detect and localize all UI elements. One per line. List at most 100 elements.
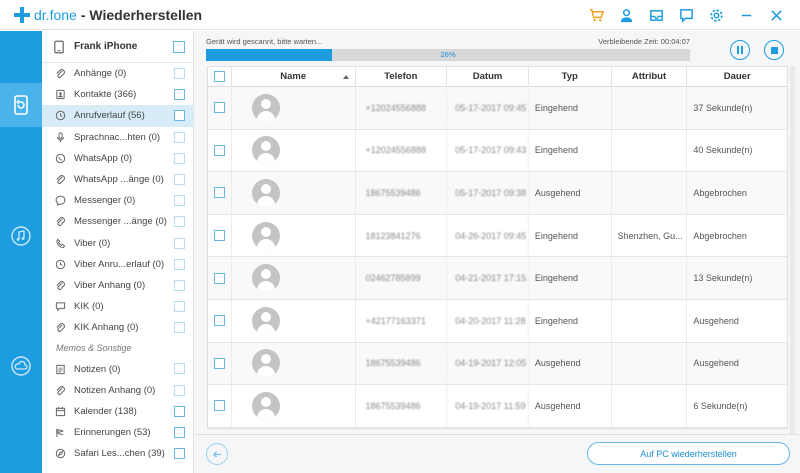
table-row[interactable]: 02462785899 04-21-2017 17:15 Eingehend 13 S… [208,257,787,300]
category-label: Anrufverlauf (56) [74,110,145,122]
pause-button[interactable] [730,40,750,60]
select-all-checkbox[interactable] [213,71,225,82]
table-header: Name Telefon Datum Typ Attribut Dauer [208,66,787,87]
stop-button[interactable] [764,40,784,60]
paperclip-icon [54,68,66,80]
typ-cell: Eingehend [529,87,612,129]
inbox-icon[interactable] [646,5,666,25]
category-checkbox[interactable] [174,237,185,249]
datum-cell: 04-26-2017 09:45 [447,214,529,257]
minimize-icon[interactable] [736,5,756,25]
telefon-cell: +42177163371 [356,299,448,342]
attribut-cell [612,129,688,172]
category-item-8[interactable]: Viber (0) [42,233,193,254]
row-checkbox[interactable] [213,230,225,242]
table-row[interactable]: +12024556888 05-17-2017 09:43 Eingehend 40 … [208,129,787,173]
category-checkbox[interactable] [174,152,185,164]
category-label: WhatsApp ...änge (0) [74,174,164,186]
category-item-3[interactable]: Sprachnac...hten (0) [42,127,193,148]
dauer-cell: 37 Sekunde(n) [693,102,753,113]
category-item-memo-2[interactable]: Kalender (138) [42,401,193,422]
category-item-1[interactable]: Kontakte (366) [42,84,193,105]
device-header[interactable]: Frank iPhone [42,31,193,63]
category-item-memo-1[interactable]: Notizen Anhang (0) [42,380,193,401]
category-item-memo-3[interactable]: Erinnerungen (53) [42,422,193,443]
table-row[interactable]: +42177163371 04-20-2017 11:28 Eingehend Aus… [208,299,787,343]
settings-icon[interactable] [706,5,726,25]
category-checkbox[interactable] [174,89,185,101]
category-item-5[interactable]: WhatsApp ...änge (0) [42,169,193,190]
col-name[interactable]: Name [232,66,356,87]
close-icon[interactable] [766,5,786,25]
category-label: Notizen Anhang (0) [74,384,156,396]
category-item-7[interactable]: Messenger ...änge (0) [42,211,193,232]
back-button[interactable] [206,443,228,465]
category-checkbox[interactable] [174,363,185,375]
table-row[interactable]: 18675539486 05-17-2017 09:38 Ausgehend Abge… [208,172,787,215]
category-checkbox[interactable] [174,279,185,291]
table-row[interactable]: 18675539486 04-19-2017 12:05 Ausgehend Ausg… [208,342,787,386]
typ-cell: Eingehend [529,214,612,257]
table-scrollbar[interactable] [790,66,795,436]
category-label: Erinnerungen (53) [74,427,151,439]
category-list: Anhänge (0) Kontakte (366) Anrufverlauf (5… [42,63,193,338]
contact-avatar-icon [251,221,280,250]
row-checkbox[interactable] [213,315,225,327]
category-checkbox[interactable] [174,405,185,417]
category-item-9[interactable]: Viber Anru...erlauf (0) [42,254,193,275]
col-typ[interactable]: Typ [529,66,612,87]
col-telefon[interactable]: Telefon [356,66,448,87]
scan-remaining-time: Verbleibende Zeit: 00:04:07 [598,37,690,46]
col-dauer[interactable]: Dauer [687,67,787,87]
category-item-4[interactable]: WhatsApp (0) [42,148,193,169]
category-item-6[interactable]: Messenger (0) [42,190,193,211]
telefon-cell: 18675539486 [356,172,448,214]
category-item-0[interactable]: Anhänge (0) [42,63,193,84]
category-checkbox[interactable] [174,427,185,438]
category-checkbox[interactable] [174,173,185,185]
rail-itunes-restore[interactable] [0,214,42,258]
category-checkbox[interactable] [174,448,185,460]
table-row[interactable]: +12024556888 05-17-2017 09:45 Eingehend 37 … [208,87,787,130]
rail-icloud-restore[interactable] [0,344,42,388]
category-item-12[interactable]: KIK Anhang (0) [42,317,193,338]
col-attribut[interactable]: Attribut [612,66,688,87]
category-item-memo-0[interactable]: Notizen (0) [42,358,193,379]
restore-to-pc-button[interactable]: Auf PC wiederherstellen [587,442,790,465]
category-checkbox[interactable] [174,110,185,122]
attribut-cell [612,172,688,214]
category-checkbox[interactable] [174,216,185,228]
name-cell [232,257,356,299]
category-checkbox[interactable] [174,131,185,143]
row-checkbox[interactable] [213,357,225,369]
name-cell [232,87,356,129]
table-row[interactable]: 18675539486 04-19-2017 11:59 Ausgehend 6 Se… [208,385,787,428]
category-checkbox[interactable] [174,322,185,334]
category-checkbox[interactable] [174,301,185,313]
cart-icon[interactable] [586,5,606,25]
category-item-2[interactable]: Anrufverlauf (56) [42,105,193,127]
category-item-memo-4[interactable]: Safari Les...chen (39) [42,443,193,464]
paperclip-icon [54,279,66,291]
col-datum[interactable]: Datum [447,66,529,87]
row-checkbox[interactable] [213,187,225,199]
category-item-10[interactable]: Viber Anhang (0) [42,275,193,296]
category-item-11[interactable]: KIK (0) [42,296,193,317]
row-checkbox[interactable] [213,144,225,156]
table-row[interactable]: 18123841276 04-26-2017 09:45 Eingehend Shen… [208,214,787,258]
name-cell [232,299,356,342]
feedback-icon[interactable] [676,5,696,25]
rail-device-restore[interactable] [0,83,42,127]
category-checkbox[interactable] [174,258,185,270]
user-icon[interactable] [616,5,636,25]
row-checkbox[interactable] [213,102,225,114]
row-checkbox[interactable] [213,272,225,284]
category-checkbox[interactable] [174,384,185,396]
device-name: Frank iPhone [74,41,138,52]
row-checkbox[interactable] [213,400,225,412]
device-select-all-checkbox[interactable] [173,41,185,53]
category-checkbox[interactable] [174,195,185,207]
row-select-cell [208,129,232,172]
datum-cell: 04-19-2017 11:59 [447,385,529,427]
category-checkbox[interactable] [174,68,185,79]
